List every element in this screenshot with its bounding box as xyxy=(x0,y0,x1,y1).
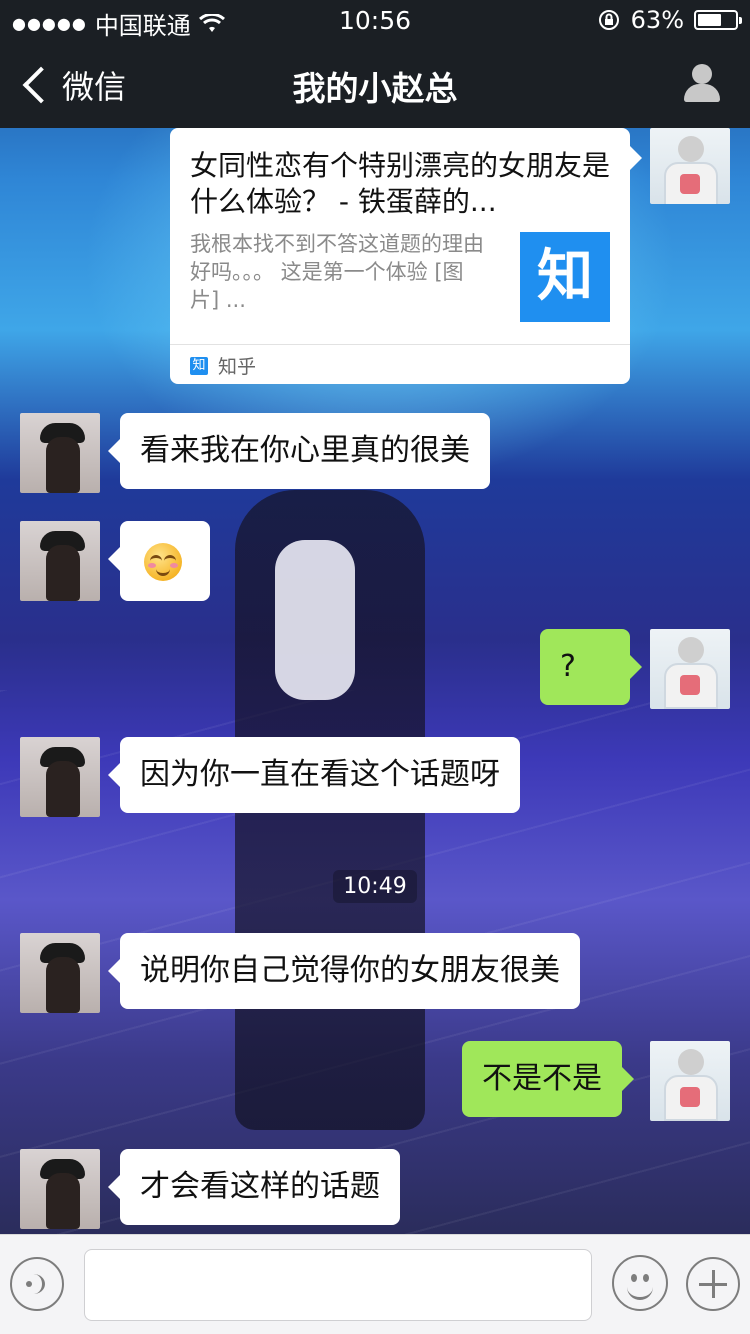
voice-input-button[interactable] xyxy=(10,1257,64,1311)
status-bar: ●●●●● 中国联通 10:56 63% xyxy=(0,0,750,40)
message-text: 看来我在你心里真的很美 xyxy=(140,433,470,468)
avatar-contact[interactable] xyxy=(20,933,100,1013)
source-name: 知乎 xyxy=(218,356,257,378)
plus-button[interactable] xyxy=(686,1257,740,1311)
avatar-self[interactable] xyxy=(650,128,730,204)
status-right: 63% xyxy=(597,6,742,34)
zhihu-icon: 知 xyxy=(190,356,208,375)
message-bubble[interactable]: 看来我在你心里真的很美 xyxy=(108,413,490,489)
link-card-description: 我根本找不到不答这道题的理由好吗。。。 这是第一个体验 [图片] ... xyxy=(190,232,484,312)
nav-bar: 微信 我的小赵总 xyxy=(0,40,750,128)
message-bubble[interactable]: 说明你自己觉得你的女朋友很美 xyxy=(108,933,580,1009)
avatar-self[interactable] xyxy=(650,1041,730,1121)
message-bubble[interactable]: 才会看这样的话题 xyxy=(108,1149,400,1225)
message-bubble[interactable]: 因为你一直在看这个话题呀 xyxy=(108,737,520,813)
message-bubble-self[interactable]: 不是不是 xyxy=(462,1041,634,1117)
person-icon-body xyxy=(684,84,720,102)
smirk-emoji-icon xyxy=(144,542,182,581)
message-text: 因为你一直在看这个话题呀 xyxy=(140,757,500,792)
battery-fill xyxy=(698,14,721,26)
message-text: 不是不是 xyxy=(482,1061,602,1096)
message-bubble-self[interactable]: ? xyxy=(540,629,642,705)
rotation-lock-icon xyxy=(598,10,619,30)
avatar-contact[interactable] xyxy=(20,521,100,601)
smile-icon xyxy=(631,1274,637,1282)
avatar-contact[interactable] xyxy=(20,1149,100,1229)
link-card-source: 知 知乎 xyxy=(190,352,256,379)
avatar-self[interactable] xyxy=(650,629,730,709)
person-icon-head xyxy=(692,64,712,84)
avatar-contact[interactable] xyxy=(20,737,100,817)
avatar-contact[interactable] xyxy=(20,413,100,493)
timestamp-label: 10:49 xyxy=(333,870,417,903)
divider xyxy=(170,344,630,345)
message-bubble[interactable] xyxy=(108,521,210,601)
message-text: ? xyxy=(560,649,576,684)
link-card[interactable]: 女同性恋有个特别漂亮的女朋友是什么体验？ - 铁蛋薛的... 我根本找不到不答这… xyxy=(170,128,642,384)
message-text: 说明你自己觉得你的女朋友很美 xyxy=(140,953,560,988)
background-figure-scarf xyxy=(275,540,355,700)
link-card-title: 女同性恋有个特别漂亮的女朋友是什么体验？ - 铁蛋薛的... xyxy=(190,149,611,218)
message-text: 才会看这样的话题 xyxy=(140,1169,380,1204)
message-timestamp: 10:49 xyxy=(0,870,750,903)
emoji-button[interactable] xyxy=(612,1255,668,1311)
chat-info-button[interactable] xyxy=(682,64,722,104)
battery-percent: 63% xyxy=(630,6,684,34)
zhihu-logo-thumbnail: 知 xyxy=(520,232,610,322)
chat-title: 我的小赵总 xyxy=(292,69,458,108)
battery-icon xyxy=(694,10,742,30)
message-input[interactable] xyxy=(84,1249,592,1321)
input-bar xyxy=(0,1234,750,1334)
